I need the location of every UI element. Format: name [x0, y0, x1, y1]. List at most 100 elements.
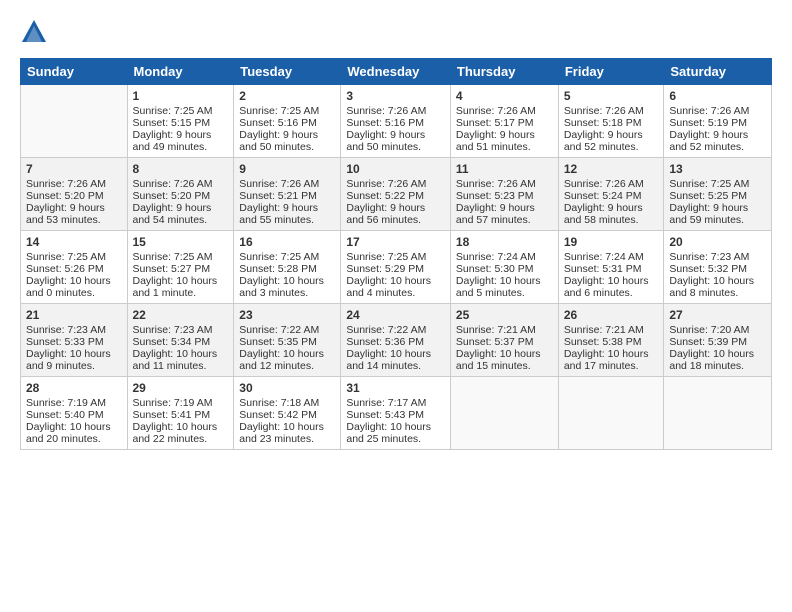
day-info-line: Sunrise: 7:24 AM — [564, 251, 659, 263]
day-info-line: and 50 minutes. — [346, 141, 445, 153]
day-info-line: Daylight: 9 hours — [456, 129, 553, 141]
day-info-line: and 1 minute. — [133, 287, 229, 299]
day-info-line: Sunrise: 7:26 AM — [26, 178, 122, 190]
day-info-line: Sunrise: 7:26 AM — [346, 105, 445, 117]
day-number: 18 — [456, 235, 553, 249]
day-info-line: and 12 minutes. — [239, 360, 335, 372]
calendar-cell: 27Sunrise: 7:20 AMSunset: 5:39 PMDayligh… — [664, 304, 772, 377]
day-number: 11 — [456, 162, 553, 176]
day-info-line: and 4 minutes. — [346, 287, 445, 299]
day-info-line: and 0 minutes. — [26, 287, 122, 299]
weekday-header-saturday: Saturday — [664, 59, 772, 85]
calendar-cell: 2Sunrise: 7:25 AMSunset: 5:16 PMDaylight… — [234, 85, 341, 158]
day-info-line: Sunset: 5:25 PM — [669, 190, 766, 202]
day-number: 21 — [26, 308, 122, 322]
calendar-cell: 18Sunrise: 7:24 AMSunset: 5:30 PMDayligh… — [450, 231, 558, 304]
calendar-cell — [558, 377, 664, 450]
calendar-cell: 28Sunrise: 7:19 AMSunset: 5:40 PMDayligh… — [21, 377, 128, 450]
day-number: 26 — [564, 308, 659, 322]
day-info-line: Sunset: 5:29 PM — [346, 263, 445, 275]
day-number: 3 — [346, 89, 445, 103]
day-info-line: Sunset: 5:38 PM — [564, 336, 659, 348]
calendar-cell: 10Sunrise: 7:26 AMSunset: 5:22 PMDayligh… — [341, 158, 451, 231]
day-info-line: Daylight: 10 hours — [133, 421, 229, 433]
calendar-cell: 1Sunrise: 7:25 AMSunset: 5:15 PMDaylight… — [127, 85, 234, 158]
day-number: 2 — [239, 89, 335, 103]
day-info-line: Sunrise: 7:26 AM — [564, 178, 659, 190]
weekday-header-wednesday: Wednesday — [341, 59, 451, 85]
day-info-line: Daylight: 10 hours — [564, 348, 659, 360]
calendar-cell: 22Sunrise: 7:23 AMSunset: 5:34 PMDayligh… — [127, 304, 234, 377]
day-info-line: Sunset: 5:34 PM — [133, 336, 229, 348]
day-info-line: and 57 minutes. — [456, 214, 553, 226]
calendar-cell: 7Sunrise: 7:26 AMSunset: 5:20 PMDaylight… — [21, 158, 128, 231]
day-info-line: Sunset: 5:24 PM — [564, 190, 659, 202]
day-info-line: Daylight: 10 hours — [669, 348, 766, 360]
calendar-cell — [21, 85, 128, 158]
calendar-cell: 6Sunrise: 7:26 AMSunset: 5:19 PMDaylight… — [664, 85, 772, 158]
calendar-header-row: SundayMondayTuesdayWednesdayThursdayFrid… — [21, 59, 772, 85]
day-info-line: and 20 minutes. — [26, 433, 122, 445]
day-number: 13 — [669, 162, 766, 176]
day-number: 28 — [26, 381, 122, 395]
day-info-line: Sunrise: 7:20 AM — [669, 324, 766, 336]
day-info-line: Sunset: 5:42 PM — [239, 409, 335, 421]
day-info-line: Sunrise: 7:25 AM — [133, 251, 229, 263]
day-info-line: Sunset: 5:16 PM — [346, 117, 445, 129]
day-info-line: Sunrise: 7:24 AM — [456, 251, 553, 263]
day-info-line: Daylight: 10 hours — [239, 275, 335, 287]
calendar-cell: 21Sunrise: 7:23 AMSunset: 5:33 PMDayligh… — [21, 304, 128, 377]
calendar-week-row: 21Sunrise: 7:23 AMSunset: 5:33 PMDayligh… — [21, 304, 772, 377]
day-info-line: Sunrise: 7:19 AM — [26, 397, 122, 409]
day-number: 7 — [26, 162, 122, 176]
day-info-line: Daylight: 10 hours — [239, 348, 335, 360]
calendar-cell: 19Sunrise: 7:24 AMSunset: 5:31 PMDayligh… — [558, 231, 664, 304]
day-info-line: Sunrise: 7:23 AM — [26, 324, 122, 336]
day-info-line: and 5 minutes. — [456, 287, 553, 299]
day-info-line: Sunrise: 7:26 AM — [456, 178, 553, 190]
day-info-line: Sunrise: 7:26 AM — [346, 178, 445, 190]
day-info-line: Sunrise: 7:21 AM — [456, 324, 553, 336]
calendar-cell: 3Sunrise: 7:26 AMSunset: 5:16 PMDaylight… — [341, 85, 451, 158]
day-info-line: Daylight: 10 hours — [346, 275, 445, 287]
day-info-line: Sunrise: 7:17 AM — [346, 397, 445, 409]
day-info-line: Sunrise: 7:26 AM — [239, 178, 335, 190]
day-number: 6 — [669, 89, 766, 103]
day-info-line: Sunset: 5:26 PM — [26, 263, 122, 275]
calendar-cell: 5Sunrise: 7:26 AMSunset: 5:18 PMDaylight… — [558, 85, 664, 158]
weekday-header-tuesday: Tuesday — [234, 59, 341, 85]
day-number: 29 — [133, 381, 229, 395]
weekday-header-sunday: Sunday — [21, 59, 128, 85]
weekday-header-friday: Friday — [558, 59, 664, 85]
day-info-line: Daylight: 10 hours — [26, 275, 122, 287]
page: SundayMondayTuesdayWednesdayThursdayFrid… — [0, 0, 792, 460]
day-info-line: Sunrise: 7:22 AM — [346, 324, 445, 336]
day-info-line: Sunset: 5:18 PM — [564, 117, 659, 129]
day-info-line: Daylight: 9 hours — [133, 202, 229, 214]
day-info-line: and 52 minutes. — [669, 141, 766, 153]
day-info-line: Sunset: 5:15 PM — [133, 117, 229, 129]
calendar-table: SundayMondayTuesdayWednesdayThursdayFrid… — [20, 58, 772, 450]
calendar-cell: 29Sunrise: 7:19 AMSunset: 5:41 PMDayligh… — [127, 377, 234, 450]
day-number: 31 — [346, 381, 445, 395]
day-info-line: Daylight: 10 hours — [239, 421, 335, 433]
calendar-cell: 23Sunrise: 7:22 AMSunset: 5:35 PMDayligh… — [234, 304, 341, 377]
day-info-line: Sunset: 5:32 PM — [669, 263, 766, 275]
day-info-line: Daylight: 9 hours — [239, 202, 335, 214]
calendar-cell: 14Sunrise: 7:25 AMSunset: 5:26 PMDayligh… — [21, 231, 128, 304]
day-number: 30 — [239, 381, 335, 395]
day-info-line: and 9 minutes. — [26, 360, 122, 372]
day-info-line: Sunset: 5:21 PM — [239, 190, 335, 202]
day-info-line: Daylight: 10 hours — [456, 348, 553, 360]
calendar-cell: 13Sunrise: 7:25 AMSunset: 5:25 PMDayligh… — [664, 158, 772, 231]
calendar-cell: 25Sunrise: 7:21 AMSunset: 5:37 PMDayligh… — [450, 304, 558, 377]
day-info-line: and 56 minutes. — [346, 214, 445, 226]
day-info-line: Sunrise: 7:18 AM — [239, 397, 335, 409]
day-info-line: Sunset: 5:31 PM — [564, 263, 659, 275]
day-info-line: Sunrise: 7:19 AM — [133, 397, 229, 409]
day-info-line: and 59 minutes. — [669, 214, 766, 226]
day-number: 4 — [456, 89, 553, 103]
day-info-line: Sunset: 5:17 PM — [456, 117, 553, 129]
day-info-line: Daylight: 10 hours — [564, 275, 659, 287]
day-info-line: Sunrise: 7:25 AM — [26, 251, 122, 263]
